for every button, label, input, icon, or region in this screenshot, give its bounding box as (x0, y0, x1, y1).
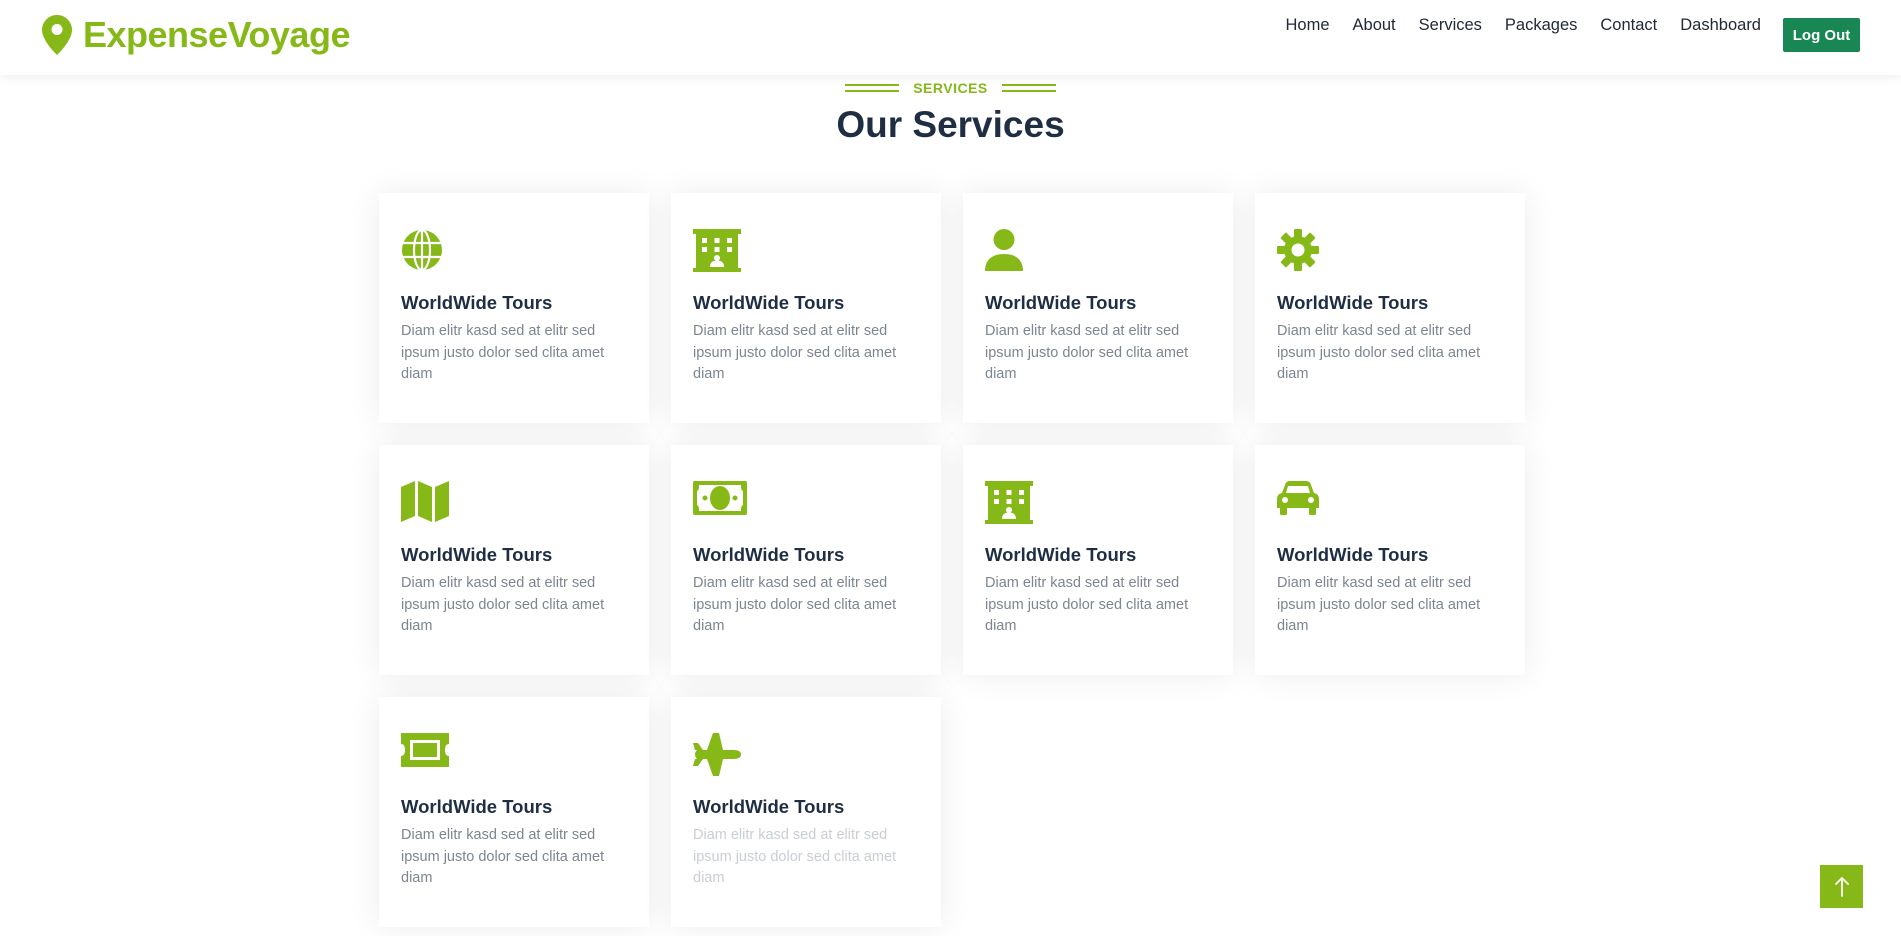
section-eyebrow: SERVICES (845, 80, 1056, 96)
service-card[interactable]: WorldWide Tours Diam elitr kasd sed at e… (1255, 445, 1525, 675)
services-grid: WorldWide Tours Diam elitr kasd sed at e… (379, 193, 1525, 927)
service-description: Diam elitr kasd sed at elitr sed ipsum j… (693, 323, 897, 382)
section-header: SERVICES Our Services (0, 80, 1901, 146)
map-marker-icon (42, 15, 72, 55)
nav-link-services[interactable]: Services (1419, 16, 1482, 35)
service-title: WorldWide Tours (401, 544, 553, 565)
service-card[interactable]: WorldWide Tours Diam elitr kasd sed at e… (671, 697, 941, 927)
back-to-top-button[interactable] (1820, 865, 1863, 908)
service-title: WorldWide Tours (693, 544, 845, 565)
navbar: ExpenseVoyage Home About Services Packag… (0, 0, 1901, 75)
car-icon (1277, 481, 1319, 515)
gear-icon (1277, 229, 1319, 271)
nav-links: Home About Services Packages Contact Das… (1286, 16, 1762, 35)
service-title: WorldWide Tours (693, 292, 845, 313)
service-title: WorldWide Tours (1277, 544, 1429, 565)
nav-link-contact[interactable]: Contact (1600, 16, 1657, 35)
service-card[interactable]: WorldWide Tours Diam elitr kasd sed at e… (379, 445, 649, 675)
service-card[interactable]: WorldWide Tours Diam elitr kasd sed at e… (671, 193, 941, 423)
logout-button[interactable]: Log Out (1783, 18, 1860, 52)
service-card[interactable]: WorldWide Tours Diam elitr kasd sed at e… (379, 697, 649, 927)
brand-logo-link[interactable]: ExpenseVoyage (42, 14, 350, 56)
brand-name: ExpenseVoyage (83, 14, 350, 55)
nav-link-packages[interactable]: Packages (1505, 16, 1577, 35)
service-card[interactable]: WorldWide Tours Diam elitr kasd sed at e… (1255, 193, 1525, 423)
service-title: WorldWide Tours (401, 796, 553, 817)
service-description: Diam elitr kasd sed at elitr sed ipsum j… (401, 827, 605, 886)
arrow-up-icon (1834, 876, 1849, 897)
service-card[interactable]: WorldWide Tours Diam elitr kasd sed at e… (963, 193, 1233, 423)
service-title: WorldWide Tours (985, 292, 1137, 313)
map-icon (401, 481, 449, 522)
service-title: WorldWide Tours (985, 544, 1137, 565)
service-title: WorldWide Tours (1277, 292, 1429, 313)
service-description: Diam elitr kasd sed at elitr sed ipsum j… (985, 323, 1189, 382)
nav-link-home[interactable]: Home (1286, 16, 1330, 35)
service-description: Diam elitr kasd sed at elitr sed ipsum j… (693, 575, 897, 634)
eyebrow-line-left (845, 83, 900, 93)
service-title: WorldWide Tours (401, 292, 553, 313)
nav-link-about[interactable]: About (1353, 16, 1396, 35)
eyebrow-line-right (1001, 83, 1056, 93)
money-bill-icon (693, 481, 747, 515)
service-title: WorldWide Tours (693, 796, 845, 817)
plane-icon (693, 733, 741, 776)
ticket-icon (401, 733, 449, 767)
service-description: Diam elitr kasd sed at elitr sed ipsum j… (985, 575, 1189, 634)
user-icon (985, 229, 1023, 271)
service-description: Diam elitr kasd sed at elitr sed ipsum j… (1277, 575, 1481, 634)
hotel-icon (985, 481, 1033, 524)
hotel-icon (693, 229, 741, 272)
nav-link-dashboard[interactable]: Dashboard (1680, 16, 1761, 35)
globe-icon (402, 229, 442, 271)
section-eyebrow-text: SERVICES (913, 80, 988, 96)
section-title: Our Services (836, 104, 1065, 145)
service-description: Diam elitr kasd sed at elitr sed ipsum j… (1277, 323, 1481, 382)
service-description: Diam elitr kasd sed at elitr sed ipsum j… (693, 827, 897, 886)
service-card[interactable]: WorldWide Tours Diam elitr kasd sed at e… (671, 445, 941, 675)
service-description: Diam elitr kasd sed at elitr sed ipsum j… (401, 575, 605, 634)
service-description: Diam elitr kasd sed at elitr sed ipsum j… (401, 323, 605, 382)
service-card[interactable]: WorldWide Tours Diam elitr kasd sed at e… (963, 445, 1233, 675)
service-card[interactable]: WorldWide Tours Diam elitr kasd sed at e… (379, 193, 649, 423)
